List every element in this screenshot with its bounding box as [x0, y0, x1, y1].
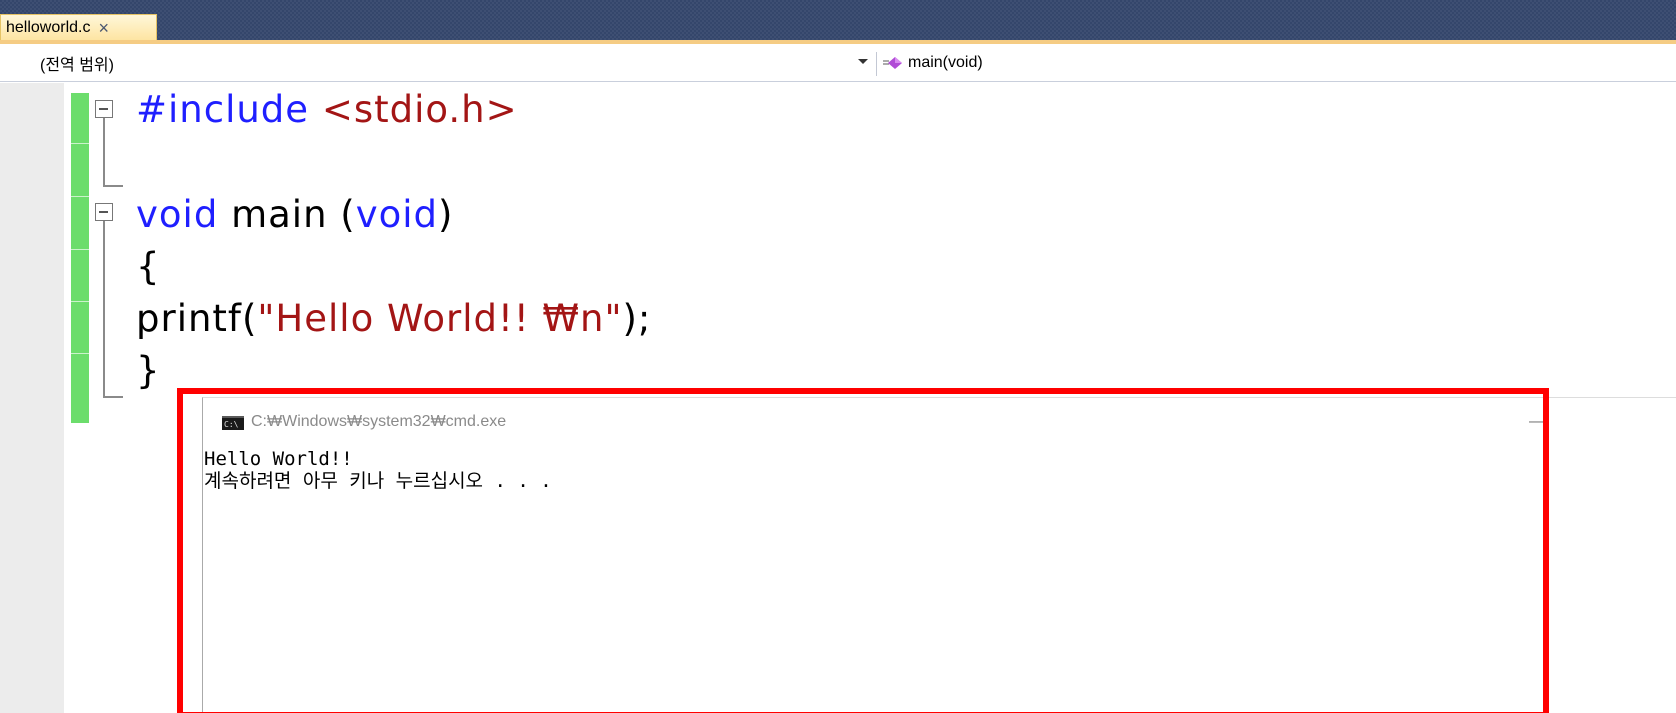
- close-icon[interactable]: ×: [98, 19, 109, 37]
- code-line-6: }: [136, 349, 161, 392]
- member-label: main(void): [908, 54, 983, 71]
- outline-guide: [103, 118, 105, 186]
- scope-label: (전역 범위): [40, 57, 114, 74]
- code-line-4: {: [136, 245, 161, 288]
- collapse-icon[interactable]: [95, 100, 113, 118]
- outline-guide: [103, 221, 105, 397]
- code-line-5: printf("Hello World!! ₩n");: [136, 297, 652, 340]
- document-tab-strip: helloworld.c ×: [0, 0, 1676, 44]
- member-dropdown[interactable]: main(void): [882, 51, 983, 75]
- tab-label: helloworld.c: [6, 19, 91, 36]
- chevron-down-icon[interactable]: [858, 59, 868, 64]
- code-line-3: void main (void): [136, 193, 454, 236]
- collapse-icon[interactable]: [95, 203, 113, 221]
- scope-dropdown[interactable]: (전역 범위): [0, 51, 875, 75]
- change-tracking-bar: [71, 93, 89, 423]
- method-icon: [883, 57, 902, 69]
- outline-guide: [103, 396, 123, 398]
- code-line-1: #include <stdio.h>: [136, 88, 518, 131]
- tab-helloworld[interactable]: helloworld.c ×: [0, 14, 157, 41]
- navigation-bar: (전역 범위) main(void): [0, 44, 1676, 82]
- outline-guide: [103, 185, 123, 187]
- line-gutter: [0, 83, 64, 713]
- highlight-box: [177, 388, 1549, 713]
- ide-window: helloworld.c × (전역 범위) main(void) #inclu…: [0, 0, 1676, 713]
- nav-divider: [876, 52, 877, 76]
